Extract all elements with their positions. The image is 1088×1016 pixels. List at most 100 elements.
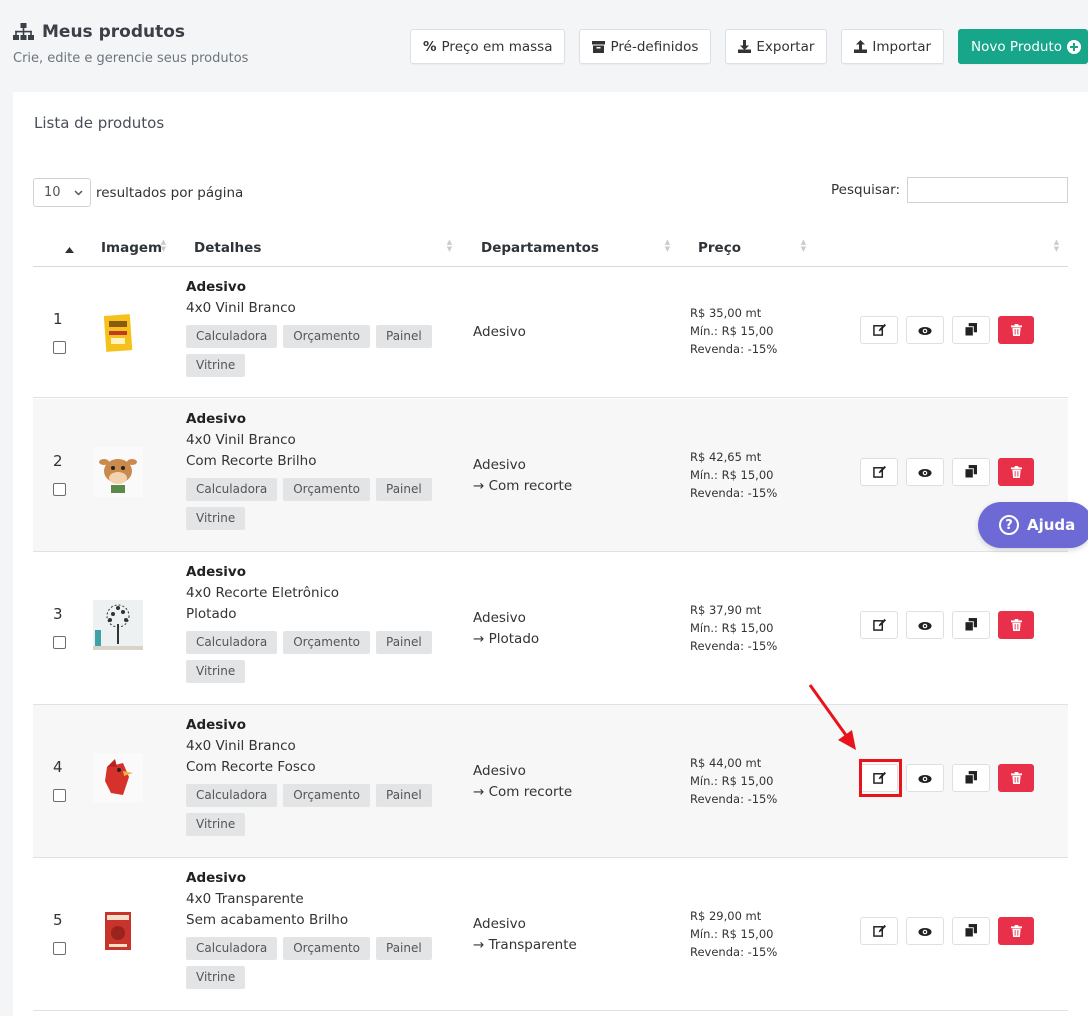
product-thumbnail [93, 447, 143, 497]
product-tags: Calculadora Orçamento Painel Vitrine [186, 784, 436, 836]
column-index[interactable] [65, 230, 74, 266]
annotation-highlight-box [859, 759, 902, 797]
trash-icon [1010, 463, 1022, 482]
product-departments: Adesivo → Transparente [473, 914, 577, 956]
product-finish: Com Recorte Fosco [186, 759, 316, 775]
tag-orcamento: Orçamento [283, 784, 370, 807]
row-number: 5 [53, 911, 63, 929]
product-tags: Calculadora Orçamento Painel Vitrine [186, 478, 436, 530]
delete-button[interactable] [998, 917, 1034, 945]
view-button[interactable] [906, 917, 944, 945]
view-button[interactable] [906, 316, 944, 344]
copy-icon [964, 616, 977, 635]
edit-button[interactable] [860, 458, 898, 486]
column-details-label: Detalhes [194, 240, 262, 256]
product-name: Adesivo [186, 870, 247, 886]
page-title-text: Meus produtos [42, 22, 186, 42]
product-name: Adesivo [186, 411, 247, 427]
price-value: R$ 42,65 mt [690, 450, 762, 464]
upload-icon [854, 40, 868, 53]
tag-calculadora: Calculadora [186, 478, 278, 501]
column-image-label: Imagem [101, 240, 163, 256]
view-button[interactable] [906, 611, 944, 639]
import-button[interactable]: Importar [841, 29, 945, 64]
tag-painel: Painel [376, 631, 432, 654]
price-minimum: Mín.: R$ 15,00 [690, 621, 774, 635]
page-length-select[interactable]: 10 [33, 178, 91, 207]
price-value: R$ 35,00 mt [690, 306, 762, 320]
price-value: R$ 44,00 mt [690, 756, 762, 770]
page-length-value: 10 [44, 185, 61, 200]
search-input[interactable] [907, 177, 1069, 203]
view-button[interactable] [906, 764, 944, 792]
mass-price-label: Preço em massa [441, 38, 553, 55]
sort-icon: ▲ ▼ [800, 238, 807, 253]
sort-icon: ▲ ▼ [1053, 238, 1060, 253]
row-actions [860, 458, 1034, 486]
trash-icon [1010, 616, 1022, 635]
column-details[interactable]: Detalhes [194, 230, 261, 266]
price-resale: Revenda: -15% [690, 945, 778, 959]
search-label: Pesquisar: [831, 182, 901, 198]
tag-painel: Painel [376, 478, 432, 501]
new-product-button[interactable]: Novo Produto [958, 29, 1088, 64]
product-price: R$ 42,65 mt Mín.: R$ 15,00 Revenda: -15% [690, 448, 777, 502]
sort-icon: ▲ ▼ [664, 238, 671, 253]
row-checkbox[interactable] [53, 636, 66, 649]
page-length-suffix: resultados por página [96, 184, 244, 201]
new-product-label: Novo Produto [971, 38, 1063, 55]
row-actions [860, 316, 1034, 344]
row-checkbox[interactable] [53, 341, 66, 354]
row-number: 1 [53, 310, 63, 328]
column-image[interactable]: Imagem [101, 230, 162, 266]
products-card: Lista de produtos 10 resultados por pági… [13, 92, 1088, 1016]
price-minimum: Mín.: R$ 15,00 [690, 324, 774, 338]
edit-icon [872, 463, 886, 482]
duplicate-button[interactable] [952, 316, 990, 344]
price-minimum: Mín.: R$ 15,00 [690, 468, 774, 482]
view-button[interactable] [906, 458, 944, 486]
product-finish: Plotado [186, 606, 237, 622]
product-spec: 4x0 Vinil Branco [186, 738, 296, 754]
mass-price-button[interactable]: % Preço em massa [410, 29, 566, 64]
row-checkbox[interactable] [53, 789, 66, 802]
product-details: Adesivo 4x0 Vinil Branco Com Recorte Bri… [186, 409, 476, 530]
duplicate-button[interactable] [952, 458, 990, 486]
help-button[interactable]: ? Ajuda [978, 502, 1088, 548]
tag-vitrine: Vitrine [186, 507, 246, 530]
column-departments[interactable]: Departamentos [481, 230, 599, 266]
price-resale: Revenda: -15% [690, 639, 778, 653]
delete-button[interactable] [998, 611, 1034, 639]
row-checkbox[interactable] [53, 942, 66, 955]
export-button[interactable]: Exportar [725, 29, 828, 64]
duplicate-button[interactable] [952, 764, 990, 792]
edit-button[interactable] [860, 316, 898, 344]
price-value: R$ 29,00 mt [690, 909, 762, 923]
duplicate-button[interactable] [952, 917, 990, 945]
column-price[interactable]: Preço [698, 230, 741, 266]
price-minimum: Mín.: R$ 15,00 [690, 774, 774, 788]
product-thumbnail [93, 600, 143, 650]
edit-button[interactable] [860, 611, 898, 639]
product-departments: Adesivo → Plotado [473, 608, 539, 650]
delete-button[interactable] [998, 458, 1034, 486]
product-spec: 4x0 Transparente [186, 891, 304, 907]
edit-button[interactable] [860, 917, 898, 945]
duplicate-button[interactable] [952, 611, 990, 639]
product-spec: 4x0 Vinil Branco [186, 300, 296, 316]
copy-icon [964, 321, 977, 340]
delete-button[interactable] [998, 764, 1034, 792]
delete-button[interactable] [998, 316, 1034, 344]
eye-icon [918, 769, 932, 788]
subdepartment-name: → Com recorte [473, 784, 573, 800]
product-spec: 4x0 Vinil Branco [186, 432, 296, 448]
page-subtitle: Crie, edite e gerencie seus produtos [13, 51, 249, 66]
product-tags: Calculadora Orçamento Painel Vitrine [186, 937, 436, 989]
eye-icon [918, 321, 932, 340]
row-checkbox[interactable] [53, 483, 66, 496]
export-label: Exportar [756, 38, 815, 55]
eye-icon [918, 463, 932, 482]
predefined-button[interactable]: Pré-definidos [579, 29, 712, 64]
product-name: Adesivo [186, 564, 247, 580]
product-price: R$ 29,00 mt Mín.: R$ 15,00 Revenda: -15% [690, 907, 777, 961]
